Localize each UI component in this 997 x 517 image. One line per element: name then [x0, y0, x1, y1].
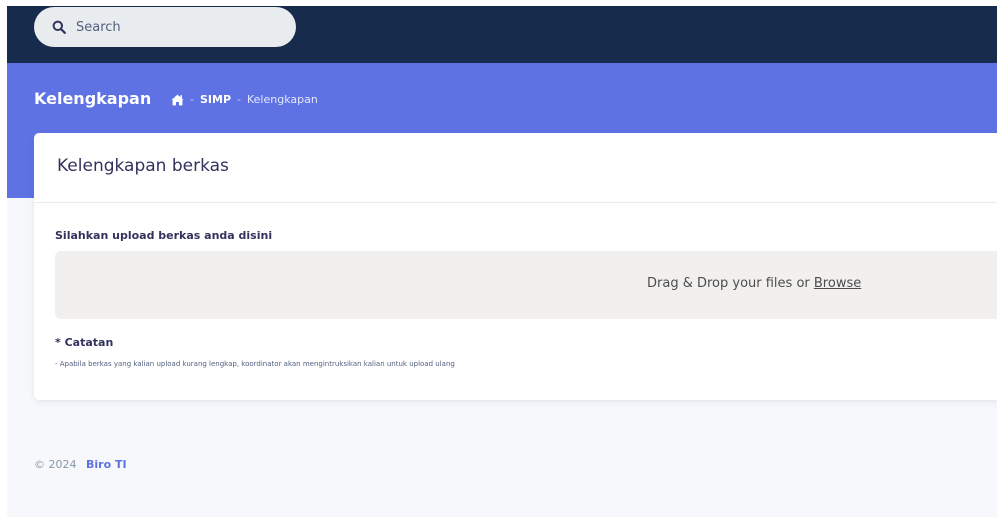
search-icon [52, 20, 66, 34]
note-title: * Catatan [55, 336, 114, 349]
app-frame: Kelengkapan - SIMP - Kelengkapan Kelengk… [7, 6, 997, 517]
kelengkapan-card: Kelengkapan berkas Silahkan upload berka… [34, 133, 997, 400]
breadcrumb-item-kelengkapan: Kelengkapan [247, 93, 318, 106]
breadcrumb-separator: - [190, 93, 194, 106]
breadcrumb-separator: - [237, 93, 241, 106]
footer: © 2024 Biro TI [34, 458, 127, 471]
breadcrumb: - SIMP - Kelengkapan [171, 93, 318, 106]
top-navbar [7, 6, 997, 63]
card-divider [34, 202, 997, 203]
note-text: - Apabila berkas yang kalian upload kura… [55, 360, 455, 368]
file-dropzone[interactable]: Drag & Drop your files or Browse [55, 251, 997, 319]
upload-label: Silahkan upload berkas anda disini [55, 229, 273, 242]
search-input[interactable] [74, 18, 278, 36]
browse-link[interactable]: Browse [814, 276, 861, 291]
search-box[interactable] [34, 7, 296, 47]
card-title: Kelengkapan berkas [57, 156, 229, 176]
dropzone-text: Drag & Drop your files or [647, 276, 810, 291]
dropzone-label: Drag & Drop your files or Browse [647, 276, 861, 291]
footer-copyright: © 2024 [34, 458, 77, 471]
breadcrumb-item-simp[interactable]: SIMP [200, 93, 231, 106]
footer-brand-link[interactable]: Biro TI [86, 458, 127, 471]
home-icon[interactable] [171, 94, 184, 106]
page-title: Kelengkapan [34, 89, 152, 108]
